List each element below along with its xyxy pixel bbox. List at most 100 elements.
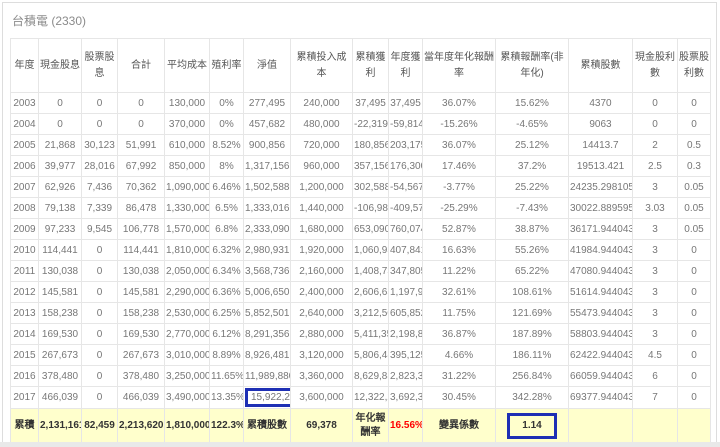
data-cell: 36.87% <box>422 323 496 345</box>
year-cell: 2014 <box>10 323 39 345</box>
header-row: 年度 現金股息 股票股息 合計 平均成本 殖利率 淨值 累積投入成本 累積獲利 年度獲利 當年度年化… <box>10 38 711 93</box>
data-cell: -409,572 <box>388 197 423 219</box>
data-cell: 0 <box>81 302 118 324</box>
stock-dividend-panel: 台積電 (2330) 年度 現金股息 股票股息 合計 平均成本 殖利率 淨值 累積投入成本 累積… <box>2 2 717 445</box>
summary-cell: 1,810,000 <box>164 408 210 444</box>
data-cell: 25.22% <box>495 176 569 198</box>
data-cell: 5,006,650 <box>243 281 291 303</box>
table-row: 2007 62,926 7,436 70,362 1,090,000 6.46% 1,502… <box>10 176 711 198</box>
data-cell: 0 <box>677 281 711 303</box>
table-row: 2017 466,039 0 466,039 3,490,000 13.35% 15,922… <box>10 386 711 409</box>
data-cell: 2.5 <box>632 155 678 177</box>
data-cell: -106,984 <box>352 197 389 219</box>
data-cell: -22,319 <box>352 113 389 135</box>
data-cell: -25.29% <box>422 197 496 219</box>
data-cell: 2,400,000 <box>290 281 353 303</box>
data-cell: 51,991 <box>117 134 165 156</box>
data-cell: 180,856 <box>352 134 389 156</box>
data-cell: 850,000 <box>164 155 210 177</box>
data-cell: 0 <box>632 113 678 135</box>
data-cell: 2,160,000 <box>290 260 353 282</box>
data-cell: 466,039 <box>117 386 165 409</box>
data-cell: 203,175 <box>388 134 423 156</box>
data-cell: 0 <box>38 113 82 135</box>
data-cell: 2,980,931 <box>243 239 291 261</box>
data-cell: 8.52% <box>209 134 244 156</box>
column-header: 累積投入成本 <box>290 38 353 93</box>
data-cell: 30.45% <box>422 386 496 409</box>
data-cell: 302,588 <box>352 176 389 198</box>
data-cell: 86,478 <box>117 197 165 219</box>
summary-cell: 122.3% <box>209 408 244 444</box>
year-cell: 2017 <box>10 386 39 409</box>
data-cell: 2,333,090 <box>243 218 291 240</box>
data-cell: 610,000 <box>164 134 210 156</box>
data-cell: 1,502,588 <box>243 176 291 198</box>
data-cell: 6.32% <box>209 239 244 261</box>
data-cell: 6.34% <box>209 260 244 282</box>
data-cell: 21,868 <box>38 134 82 156</box>
table-body: 2003 0 0 0 130,000 0% 277,495 240,000 37,495 37,4… <box>10 92 711 409</box>
data-cell: 0.5 <box>677 134 711 156</box>
table-row: 2009 97,233 9,545 106,778 1,570,000 6.8% 2,333… <box>10 218 711 240</box>
summary-label: 變異係數 <box>422 408 496 444</box>
data-cell: 0 <box>117 113 165 135</box>
data-cell: 11.75% <box>422 302 496 324</box>
data-cell: 0 <box>81 281 118 303</box>
data-cell: 0% <box>209 92 244 114</box>
year-cell: 2004 <box>10 113 39 135</box>
data-cell: 267,673 <box>117 344 165 366</box>
dividend-table: 年度 現金股息 股票股息 合計 平均成本 殖利率 淨值 累積投入成本 累積獲利 年度獲利 當年度年化… <box>10 38 711 444</box>
summary-row: 累積 2,131,161 82,459 2,213,620 1,810,000 122.3… <box>10 408 711 444</box>
summary-annualized-return: 16.56% <box>388 408 423 444</box>
data-cell: 17.46% <box>422 155 496 177</box>
data-cell: 6.25% <box>209 302 244 324</box>
summary-cell: 2,213,620 <box>117 408 165 444</box>
data-cell: 6.12% <box>209 323 244 345</box>
data-cell: 130,038 <box>38 260 82 282</box>
data-cell: 3,120,000 <box>290 344 353 366</box>
data-cell: 1,680,000 <box>290 218 353 240</box>
data-cell: 9063 <box>568 113 633 135</box>
data-cell: 3.03 <box>632 197 678 219</box>
data-cell: 36171.944043503 <box>568 218 633 240</box>
data-cell: 0 <box>632 92 678 114</box>
data-cell: 720,000 <box>290 134 353 156</box>
data-cell: 3,692,358 <box>388 386 423 409</box>
table-row: 2004 0 0 0 370,000 0% 457,682 480,000 -22,319 -59… <box>10 113 711 135</box>
table-row: 2011 130,038 0 130,038 2,050,000 6.34% 3,568,7… <box>10 260 711 282</box>
data-cell: 0 <box>677 92 711 114</box>
data-cell: 347,805 <box>388 260 423 282</box>
data-cell: 4.5 <box>632 344 678 366</box>
data-cell: 158,238 <box>117 302 165 324</box>
page-background-strip <box>0 442 720 447</box>
table-row: 2008 79,138 7,339 86,478 1,330,000 6.5% 1,333,… <box>10 197 711 219</box>
data-cell: 38.87% <box>495 218 569 240</box>
data-cell: 1,197,914 <box>388 281 423 303</box>
data-cell: 3 <box>632 260 678 282</box>
data-cell: 395,125 <box>388 344 423 366</box>
column-header: 累積報酬率(非年化) <box>495 38 569 93</box>
data-cell: 653,090 <box>352 218 389 240</box>
data-cell: 5,411,356 <box>352 323 389 345</box>
data-cell: 900,856 <box>243 134 291 156</box>
summary-cell <box>568 408 633 444</box>
data-cell: 407,841 <box>388 239 423 261</box>
data-cell: 0 <box>677 386 711 409</box>
data-cell: 12,322,238 <box>352 386 389 409</box>
data-cell: 55.26% <box>495 239 569 261</box>
data-cell: 457,682 <box>243 113 291 135</box>
data-cell: 25.12% <box>495 134 569 156</box>
column-header: 累積獲利 <box>352 38 389 93</box>
data-cell: 0 <box>81 323 118 345</box>
year-cell: 2016 <box>10 365 39 387</box>
data-cell: 97,233 <box>38 218 82 240</box>
data-cell: 36.07% <box>422 92 496 114</box>
data-cell: 3,568,736 <box>243 260 291 282</box>
data-cell: 30022.889595525 <box>568 197 633 219</box>
data-cell: 158,238 <box>38 302 82 324</box>
data-cell: -59,814 <box>388 113 423 135</box>
data-cell: 108.61% <box>495 281 569 303</box>
data-cell: 6.36% <box>209 281 244 303</box>
data-cell: 62422.944043503 <box>568 344 633 366</box>
